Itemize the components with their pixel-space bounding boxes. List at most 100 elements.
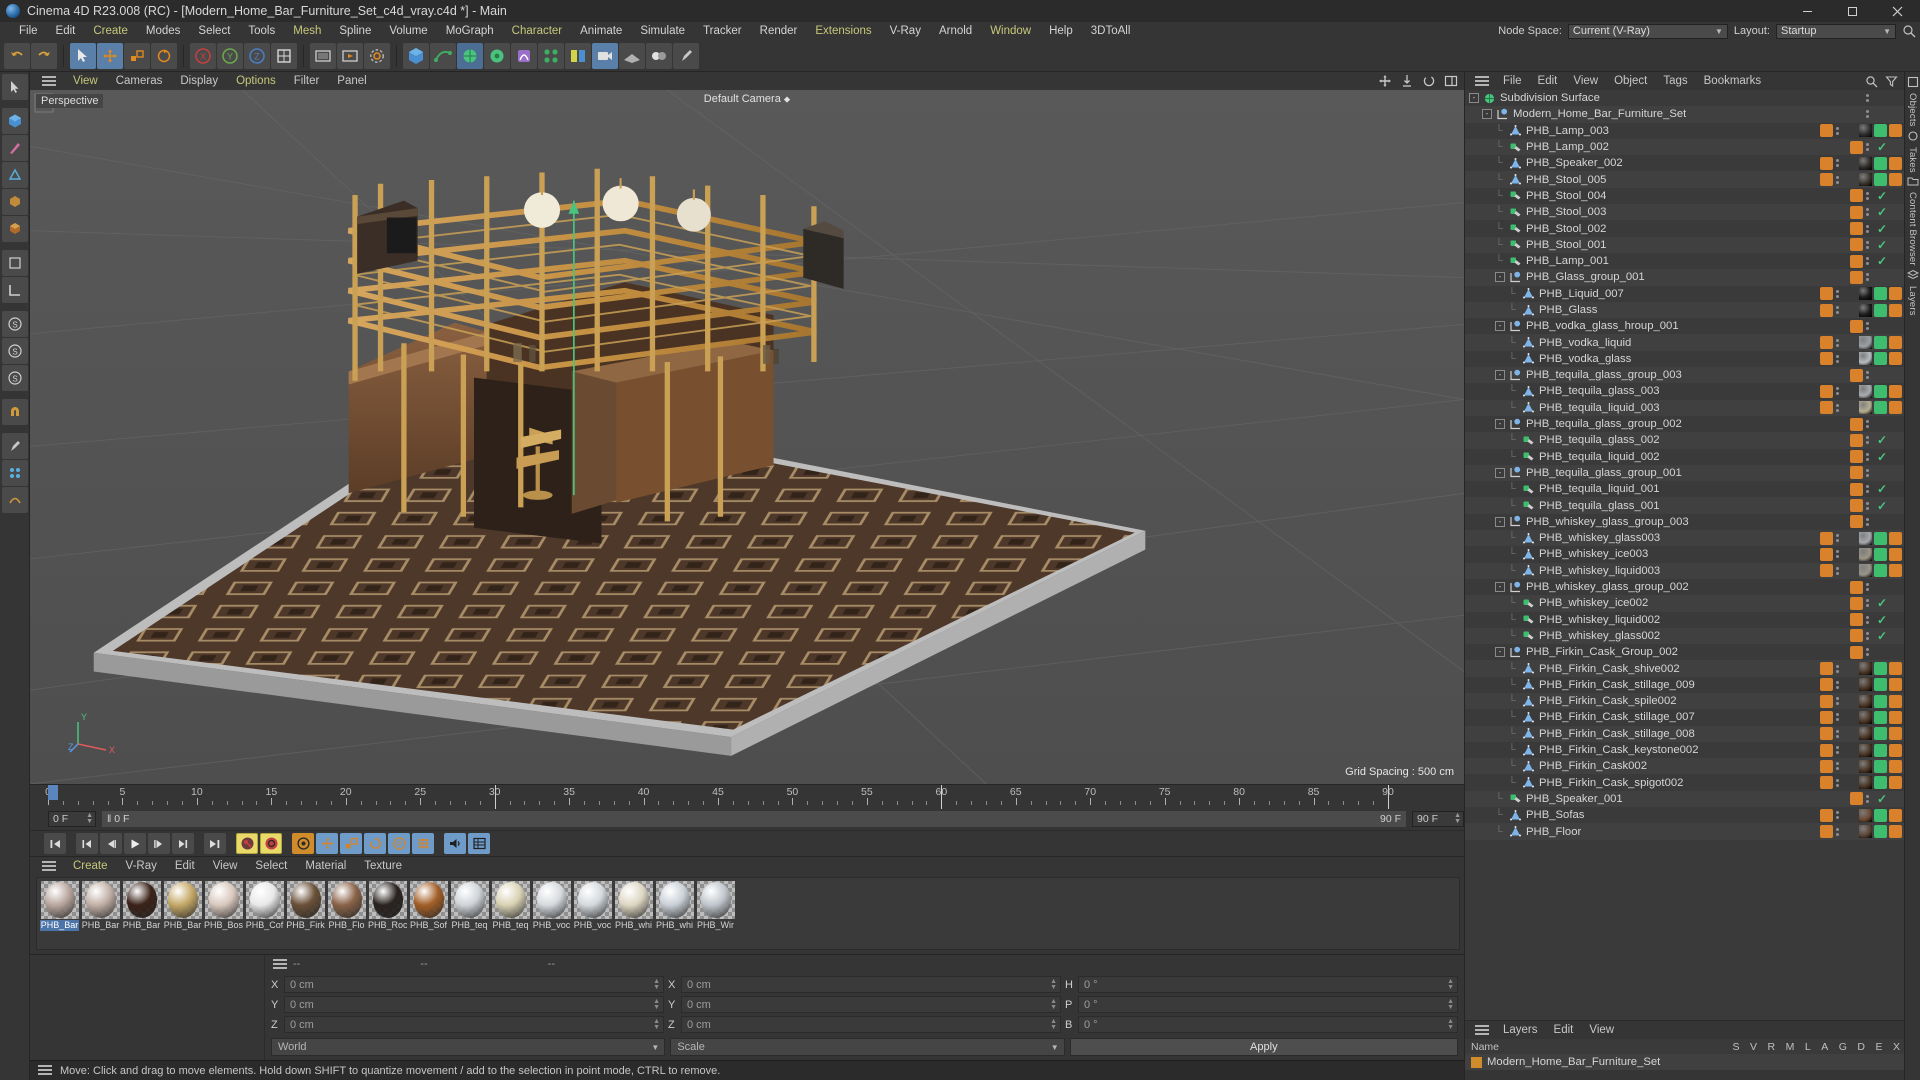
timeline-playhead[interactable] [48,785,58,800]
menu-mograph[interactable]: MoGraph [437,22,503,40]
layer-flag-G[interactable]: G [1839,1041,1847,1053]
coordinate-position-input[interactable]: 0 cm ▲ ▼ [284,1016,664,1033]
phong-tag[interactable] [1874,352,1887,366]
key-pla-button[interactable] [412,833,434,854]
viewport-menu-view[interactable]: View [64,72,107,90]
object-poly-icon[interactable] [1508,825,1522,839]
stepper-icon[interactable]: ▲ ▼ [1447,1018,1454,1031]
extra-tag[interactable] [1889,547,1902,561]
layer-flag-R[interactable]: R [1768,1041,1776,1053]
object-mesh-icon[interactable] [1508,189,1522,203]
menu-tools[interactable]: Tools [239,22,284,40]
object-tree-row[interactable]: - Modern_Home_Bar_Furniture_Set [1465,106,1904,123]
object-subdivision-icon[interactable] [1482,91,1496,105]
visibility-dots[interactable] [1863,583,1872,592]
material-item[interactable]: PHB_voc [573,881,612,931]
floor-object-button[interactable] [619,42,645,69]
phong-tag[interactable] [1874,710,1887,724]
layer-flag-A[interactable]: A [1821,1041,1828,1053]
material-tag[interactable] [1820,710,1833,724]
key-parameter-button[interactable]: P [388,833,410,854]
extra-tag[interactable] [1889,662,1902,676]
close-button[interactable] [1875,0,1920,22]
visibility-dots[interactable] [1863,648,1872,657]
coordinate-position-input[interactable]: 0 cm ▲ ▼ [284,976,664,993]
phong-tag[interactable] [1874,776,1887,790]
material-tag[interactable] [1820,336,1833,350]
texture-thumbnail[interactable] [1889,189,1902,202]
visibility-dots[interactable] [1833,159,1842,168]
tool-knife[interactable] [1,135,28,161]
material-tag[interactable] [1820,352,1833,366]
phong-tag[interactable] [1874,287,1887,301]
material-preview-sphere[interactable] [245,881,284,919]
menu-tracker[interactable]: Tracker [694,22,751,40]
menu-3dtoall[interactable]: 3DToAll [1082,22,1140,40]
tool-brush[interactable] [1,433,28,459]
object-poly-icon[interactable] [1508,173,1522,187]
menu-render[interactable]: Render [751,22,807,40]
key-position-button[interactable] [316,833,338,854]
tree-expand-toggle[interactable]: - [1495,321,1505,332]
material-tag[interactable] [1850,254,1863,268]
visibility-dots[interactable] [1863,517,1872,526]
extra-tag[interactable] [1889,401,1902,415]
texture-thumbnail[interactable] [1889,483,1902,496]
visibility-dots[interactable] [1863,615,1872,624]
object-poly-icon[interactable] [1521,547,1535,561]
step-back-button[interactable] [100,833,122,854]
object-mesh-icon[interactable] [1521,629,1535,643]
render-to-picture-viewer-button[interactable] [337,42,363,69]
tree-expand-toggle[interactable]: - [1495,370,1505,381]
phong-tag[interactable] [1874,808,1887,822]
timeline-start-frame-field[interactable]: 0 F ▲ ▼ [48,811,96,827]
object-tree-row[interactable]: - PHB_tequila_glass_group_003 [1465,367,1904,384]
object-null-icon[interactable] [1508,368,1522,382]
material-item[interactable]: PHB_teq [450,881,489,931]
visibility-dots[interactable] [1863,257,1872,266]
material-tag[interactable] [1850,499,1863,513]
material-tag[interactable] [1850,417,1863,431]
object-tree-row[interactable]: └ PHB_tequila_liquid_003 [1465,399,1904,416]
texture-thumbnail[interactable] [1889,646,1902,659]
material-preview-sphere[interactable] [491,881,530,919]
texture-thumbnail[interactable] [1889,206,1902,219]
object-null-icon[interactable] [1508,580,1522,594]
material-list[interactable]: PHB_Bar PHB_Bar PHB_Bar PHB_Bar PHB_Bos PHB_C… [36,877,1460,950]
object-tree-row[interactable]: └ PHB_Stool_001 ✓ [1465,236,1904,253]
object-mesh-icon[interactable] [1521,433,1535,447]
material-tag[interactable] [1850,238,1863,252]
object-mesh-icon[interactable] [1508,238,1522,252]
visibility-dots[interactable] [1863,485,1872,494]
texture-thumbnail[interactable] [1859,547,1872,561]
object-poly-icon[interactable] [1521,384,1535,398]
object-tree-row[interactable]: └ PHB_tequila_liquid_002 ✓ [1465,449,1904,465]
texture-thumbnail[interactable] [1889,629,1902,642]
stepper-icon[interactable]: ▲ ▼ [1447,978,1454,991]
object-null-icon[interactable] [1508,270,1522,284]
right-tab-content-browser[interactable]: Content Browser [1907,192,1918,266]
texture-thumbnail[interactable] [1859,124,1872,138]
minimize-button[interactable] [1785,0,1830,22]
undo-button[interactable] [4,42,30,69]
stepper-icon[interactable]: ▲ ▼ [1454,812,1461,825]
material-preview-sphere[interactable] [696,881,735,919]
object-tree-row[interactable]: └ PHB_vodka_glass [1465,351,1904,367]
object-enabled-check[interactable]: ✓ [1875,433,1889,447]
object-poly-icon[interactable] [1521,287,1535,301]
phong-tag[interactable] [1874,547,1887,561]
phong-tag[interactable] [1874,303,1887,317]
material-item[interactable]: PHB_teq [491,881,530,931]
object-tree-row[interactable]: └ PHB_vodka_liquid [1465,334,1904,351]
visibility-dots[interactable] [1863,322,1872,331]
array-generator-button[interactable] [484,42,510,69]
timeline-view-button[interactable] [468,833,490,854]
texture-thumbnail[interactable] [1889,499,1902,512]
object-tree-row[interactable]: └ PHB_Firkin_Cask_stillage_009 [1465,677,1904,693]
key-scale-button[interactable] [340,833,362,854]
texture-thumbnail[interactable] [1889,581,1902,594]
object-menu-file[interactable]: File [1495,72,1530,90]
material-preview-sphere[interactable] [450,881,489,919]
tree-expand-toggle[interactable]: - [1495,467,1505,478]
object-tree-row[interactable]: - PHB_whiskey_glass_group_002 [1465,579,1904,595]
